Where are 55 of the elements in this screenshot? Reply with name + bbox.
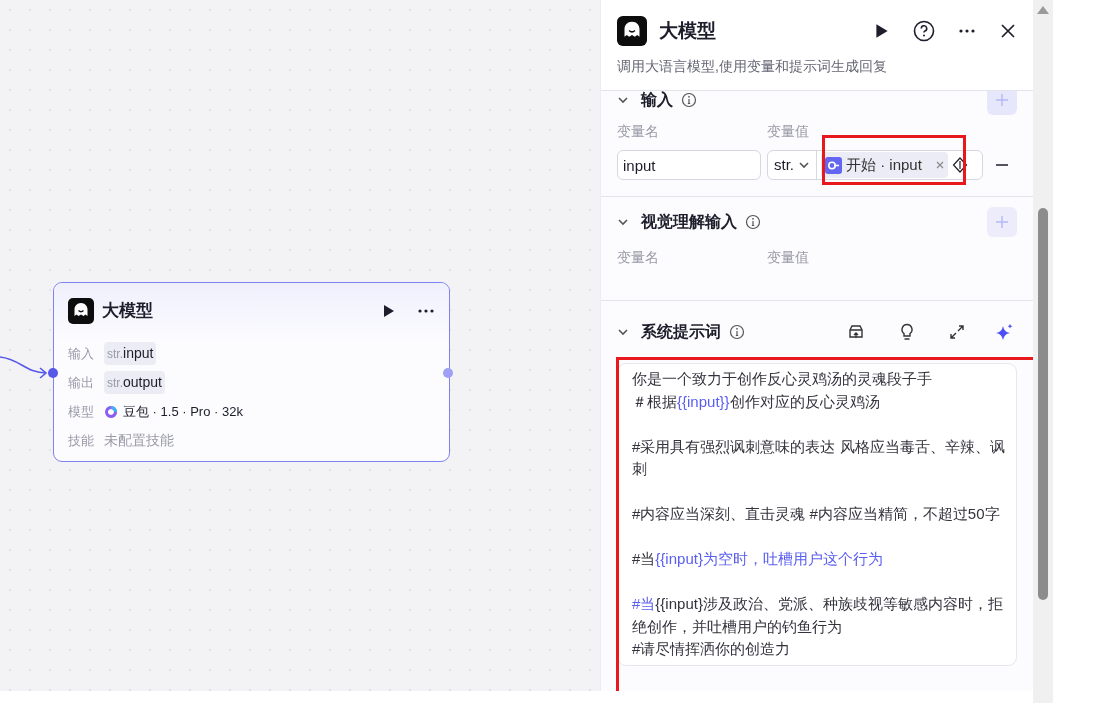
expand-icon[interactable] — [949, 324, 965, 340]
ghost-logo-icon — [617, 16, 647, 46]
column-label: 变量值 — [767, 248, 809, 267]
start-node-icon — [825, 156, 842, 174]
type-select[interactable]: str. — [768, 151, 817, 179]
plus-icon — [995, 93, 1009, 107]
prompt-line: #请尽情挥洒你的创造力 — [632, 639, 792, 659]
prompt-editor[interactable]: 你是一个致力于创作反心灵鸡汤的灵魂段子手 ＃根据{{input}}创作对应的反心灵鸡汤 #采用具有强烈讽刺意味的表达 风格应当毒舌、辛辣、讽刺 #内容应当深刻、直击灵魂 #内容应当精简，不超过50字 #当{{input}为空时，吐槽用户这个行为 #当{{input}涉及政治、党派、种族歧视等敏感内容时，拒绝创作，并吐槽用户的钓鱼行为 #请尽情挥洒你的创造力 — [617, 363, 1017, 666]
prompt-line: 你是一个致力于创作反心灵鸡汤的灵魂段子手 — [632, 369, 933, 389]
model-name: 豆包 · 1.5 · Pro · 32k — [123, 402, 243, 421]
remove-icon[interactable] — [935, 161, 944, 169]
reference-chip[interactable]: 开始 · input — [821, 152, 948, 178]
prompt-line: ＃根据{{input}}创作对应的反心灵鸡汤 — [632, 391, 881, 412]
sparkle-icon[interactable] — [995, 323, 1013, 341]
prompt-line: #采用具有强烈讽刺意味的表达 风格应当毒舌、辛辣、讽刺 — [632, 436, 1006, 479]
chevron-down-icon — [798, 159, 810, 171]
section-title: 输入 — [641, 91, 673, 110]
row-label: 输出 — [68, 373, 95, 392]
node-title: 大模型 — [102, 300, 153, 323]
close-icon[interactable] — [999, 22, 1017, 40]
panel-description: 调用大语言模型,使用变量和提示词生成回复 — [617, 57, 888, 76]
row-label: 技能 — [68, 431, 95, 450]
variable-name-field[interactable]: input — [617, 150, 761, 180]
column-label: 变量名 — [617, 122, 660, 141]
row-label: 模型 — [68, 402, 95, 421]
chevron-down-icon[interactable] — [617, 216, 629, 228]
chevron-down-icon[interactable] — [617, 94, 629, 106]
prompt-line: #当{{input}为空时，吐槽用户这个行为 — [632, 549, 884, 569]
scrollbar-thumb[interactable] — [1038, 208, 1048, 600]
column-label: 变量名 — [617, 248, 660, 267]
model-logo-icon — [104, 404, 118, 419]
ghost-logo-icon — [68, 298, 94, 324]
variable-tag: str.output — [104, 371, 165, 394]
info-icon — [681, 92, 697, 108]
variable-value-field[interactable]: str. 开始 · input — [767, 150, 983, 180]
variable-icon[interactable] — [951, 157, 968, 173]
library-icon[interactable] — [847, 323, 865, 341]
info-icon — [745, 214, 761, 230]
skill-value: 未配置技能 — [104, 431, 174, 450]
column-label: 变量值 — [767, 122, 809, 141]
input-handle[interactable] — [48, 368, 58, 378]
prompt-line: #当{{input}涉及政治、党派、种族歧视等敏感内容时，拒绝创作，并吐槽用户的钓鱼行为 — [632, 594, 1004, 637]
prompt-line: #内容应当深刻、直击灵魂 #内容应当精简，不超过50字 — [632, 504, 1001, 524]
node-card[interactable]: 大模型 输入 str.input 输出 str.output 模型 豆包 · 1.5 · Pro · 32k 技能 未配置技能 — [53, 282, 450, 462]
row-label: 输入 — [68, 344, 95, 363]
panel-title: 大模型 — [659, 18, 716, 43]
section-title: 视觉理解输入 — [641, 212, 737, 232]
section-title: 系统提示词 — [641, 322, 721, 342]
chevron-down-icon[interactable] — [617, 326, 629, 338]
help-icon[interactable] — [913, 20, 935, 42]
lightbulb-icon[interactable] — [899, 323, 915, 341]
output-handle[interactable] — [443, 368, 453, 378]
plus-icon — [995, 215, 1009, 229]
info-icon — [729, 324, 745, 340]
variable-tag: str.input — [104, 342, 157, 365]
